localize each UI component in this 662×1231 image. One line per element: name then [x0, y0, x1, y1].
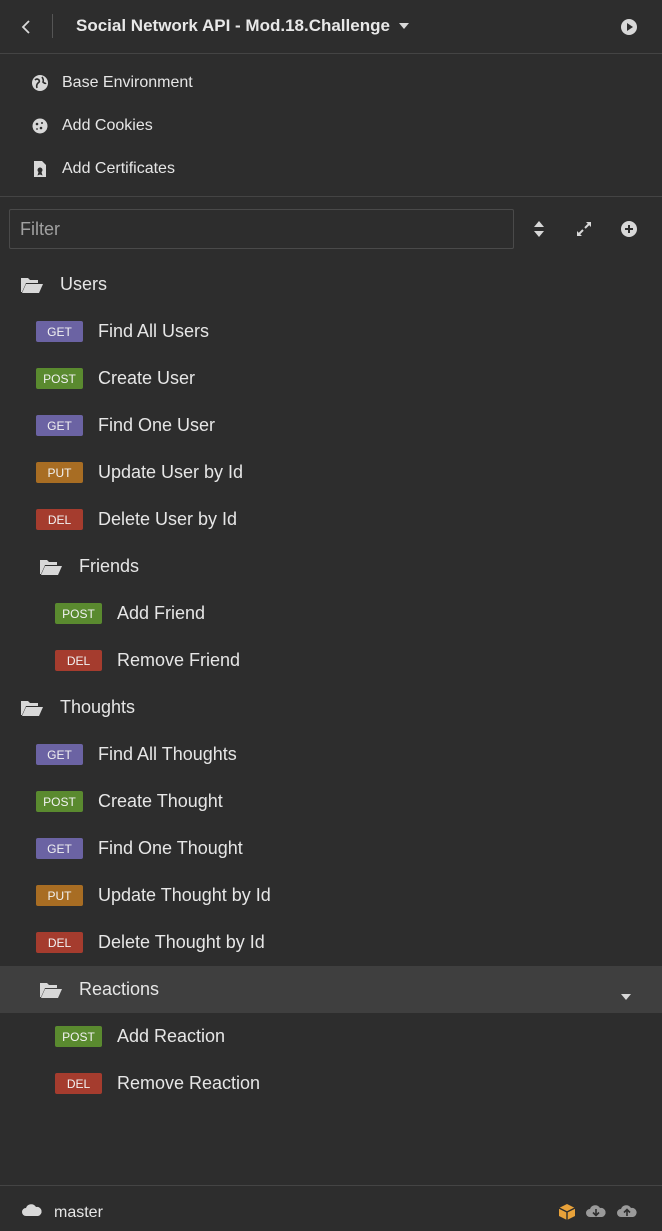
request-item[interactable]: GET Find One Thought [0, 825, 662, 872]
add-button[interactable] [619, 219, 639, 239]
folder-open-icon [39, 980, 63, 1000]
back-button[interactable] [16, 17, 36, 37]
cloud-download-icon[interactable] [585, 1203, 607, 1224]
method-badge: POST [55, 603, 102, 624]
folder-friends[interactable]: Friends [0, 543, 662, 590]
folder-open-icon [20, 698, 44, 718]
request-item[interactable]: GET Find One User [0, 402, 662, 449]
method-badge: GET [36, 744, 83, 765]
request-item[interactable]: POST Add Reaction [0, 1013, 662, 1060]
add-cookies-label: Add Cookies [62, 116, 153, 134]
filter-input[interactable] [9, 209, 514, 249]
caret-down-icon [621, 994, 631, 1000]
expand-icon [577, 222, 591, 236]
cookie-icon [31, 117, 49, 135]
request-label: Update Thought by Id [98, 885, 271, 905]
request-tree: Users GET Find All Users POST Create Use… [0, 261, 662, 1107]
sort-icon [534, 221, 544, 237]
add-certificates-item[interactable]: Add Certificates [0, 147, 662, 190]
plus-circle-icon [621, 221, 637, 237]
request-item[interactable]: PUT Update User by Id [0, 449, 662, 496]
branch-selector[interactable]: master [54, 1204, 103, 1222]
method-badge: GET [36, 321, 83, 342]
base-environment-item[interactable]: Base Environment [0, 61, 662, 104]
request-label: Create User [98, 368, 196, 388]
request-item[interactable]: DEL Delete Thought by Id [0, 919, 662, 966]
environment-menu: Base Environment Add Cookies Add Certifi… [0, 54, 662, 197]
workspace-title[interactable]: Social Network API - Mod.18.Challenge [76, 16, 410, 36]
caret-down-icon [398, 23, 409, 29]
request-label: Remove Friend [117, 650, 241, 670]
sort-button[interactable] [529, 219, 549, 239]
header: Social Network API - Mod.18.Challenge [0, 0, 662, 54]
footer: master [0, 1185, 662, 1231]
header-divider [52, 14, 53, 38]
play-circle-icon [621, 19, 637, 35]
method-badge: POST [36, 791, 83, 812]
run-button[interactable] [619, 17, 639, 37]
request-item[interactable]: GET Find All Users [0, 308, 662, 355]
request-item[interactable]: POST Create User [0, 355, 662, 402]
request-label: Update User by Id [98, 462, 244, 482]
request-label: Find All Users [98, 321, 210, 341]
folder-thoughts[interactable]: Thoughts [0, 684, 662, 731]
request-label: Create Thought [98, 791, 223, 811]
method-badge: PUT [36, 885, 83, 906]
package-icon[interactable] [558, 1203, 576, 1226]
certificate-icon [31, 160, 49, 178]
method-badge: POST [36, 368, 83, 389]
request-item[interactable]: DEL Delete User by Id [0, 496, 662, 543]
request-label: Find All Thoughts [98, 744, 237, 764]
method-badge: GET [36, 838, 83, 859]
request-label: Remove Reaction [117, 1073, 261, 1093]
request-item[interactable]: DEL Remove Reaction [0, 1060, 662, 1107]
folder-label: Reactions [79, 979, 160, 999]
add-cookies-item[interactable]: Add Cookies [0, 104, 662, 147]
chevron-left-icon [21, 20, 30, 34]
folder-label: Users [60, 274, 108, 294]
folder-open-icon [39, 557, 63, 577]
method-badge: GET [36, 415, 83, 436]
request-item[interactable]: POST Create Thought [0, 778, 662, 825]
request-item[interactable]: GET Find All Thoughts [0, 731, 662, 778]
base-environment-label: Base Environment [62, 73, 193, 91]
workspace-title-text: Social Network API - Mod.18.Challenge [76, 16, 390, 35]
folder-label: Thoughts [60, 697, 136, 717]
folder-users[interactable]: Users [0, 261, 662, 308]
request-item[interactable]: DEL Remove Friend [0, 637, 662, 684]
request-label: Add Friend [117, 603, 206, 623]
globe-icon [31, 74, 49, 92]
request-label: Delete Thought by Id [98, 932, 265, 952]
method-badge: DEL [55, 1073, 102, 1094]
request-item[interactable]: PUT Update Thought by Id [0, 872, 662, 919]
folder-menu-button[interactable] [620, 985, 632, 1006]
request-item[interactable]: POST Add Friend [0, 590, 662, 637]
request-label: Find One User [98, 415, 216, 435]
expand-button[interactable] [574, 219, 594, 239]
request-label: Delete User by Id [98, 509, 238, 529]
method-badge: DEL [36, 509, 83, 530]
cloud-upload-icon[interactable] [616, 1203, 638, 1224]
request-label: Add Reaction [117, 1026, 226, 1046]
filter-row [9, 209, 653, 249]
method-badge: PUT [36, 462, 83, 483]
request-label: Find One Thought [98, 838, 243, 858]
folder-label: Friends [79, 556, 140, 576]
method-badge: DEL [55, 650, 102, 671]
add-certificates-label: Add Certificates [62, 159, 175, 177]
cloud-icon [21, 1203, 43, 1222]
method-badge: DEL [36, 932, 83, 953]
folder-reactions[interactable]: Reactions [0, 966, 662, 1013]
folder-open-icon [20, 275, 44, 295]
method-badge: POST [55, 1026, 102, 1047]
